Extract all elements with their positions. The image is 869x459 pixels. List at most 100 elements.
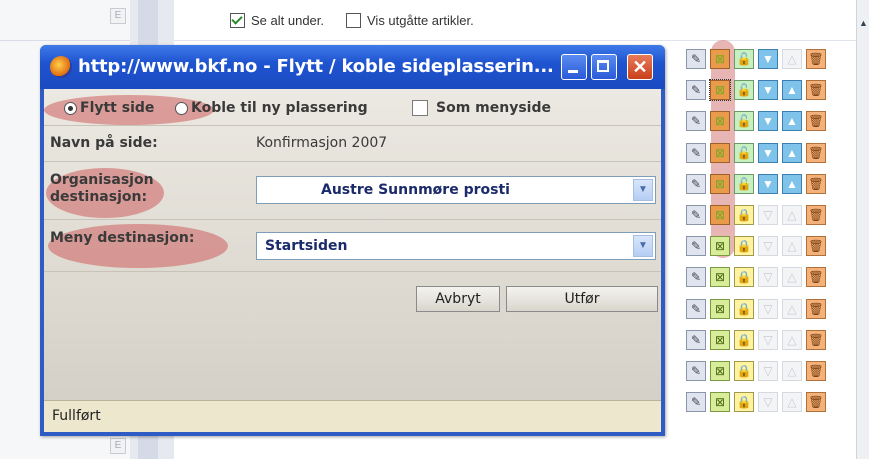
minimize-button[interactable] — [561, 54, 587, 80]
edit-icon[interactable]: ✎ — [686, 298, 706, 319]
move-down-icon[interactable]: ▼ — [758, 142, 778, 163]
lock-icon[interactable]: 🔒 — [734, 267, 754, 288]
unlock-icon[interactable]: 🔓 — [734, 49, 754, 69]
link-new-placement-radio[interactable] — [175, 102, 188, 115]
move-down-icon[interactable]: ▼ — [758, 173, 778, 194]
edit-icon[interactable]: ✎ — [686, 142, 706, 163]
action-row: ✎ ⊠ 🔒 ▽ △ 🗑 — [686, 267, 854, 295]
edit-icon[interactable]: ✎ — [686, 80, 706, 101]
maximize-button[interactable] — [591, 54, 617, 80]
delete-icon[interactable]: 🗑 — [806, 173, 826, 194]
move-icon[interactable]: ⊠ — [709, 79, 731, 102]
move-up-icon: △ — [782, 392, 802, 413]
cancel-button[interactable]: Avbryt — [416, 286, 500, 312]
page-e-icon[interactable]: E — [110, 8, 126, 24]
move-down-icon[interactable]: ▼ — [758, 49, 778, 69]
edit-icon[interactable]: ✎ — [686, 49, 706, 69]
move-icon[interactable]: ⊠ — [710, 111, 730, 132]
menu-destination-row: Meny destinasjon: Startsiden ▼ — [44, 220, 661, 272]
move-up-icon: △ — [782, 205, 802, 225]
lock-icon[interactable]: 🔒 — [734, 205, 754, 225]
show-all-below-checkbox[interactable] — [230, 12, 245, 28]
move-up-icon: △ — [782, 267, 802, 288]
move-down-icon: ▽ — [758, 361, 778, 381]
move-up-icon[interactable]: ▲ — [782, 142, 802, 163]
move-up-icon: △ — [782, 361, 802, 381]
delete-icon[interactable]: 🗑 — [806, 392, 826, 413]
delete-icon[interactable]: 🗑 — [806, 142, 826, 163]
move-icon[interactable]: ⊠ — [710, 142, 730, 163]
delete-icon[interactable]: 🗑 — [806, 329, 826, 350]
execute-button[interactable]: Utfør — [506, 286, 658, 312]
edit-icon[interactable]: ✎ — [686, 267, 706, 288]
edit-icon[interactable]: ✎ — [686, 329, 706, 350]
scroll-up-icon[interactable]: ▲ — [858, 18, 869, 29]
action-row: ✎ ⊠ 🔓 ▼ ▲ 🗑 — [686, 173, 854, 202]
menu-destination-value: Startsiden — [265, 238, 348, 254]
dialog-titlebar[interactable]: http://www.bkf.no - Flytt / koble sidepl… — [40, 45, 665, 89]
dialog-title: http://www.bkf.no - Flytt / koble sidepl… — [78, 56, 554, 77]
move-icon[interactable]: ⊠ — [710, 361, 730, 381]
edit-icon[interactable]: ✎ — [686, 361, 706, 381]
lock-icon[interactable]: 🔒 — [734, 329, 754, 350]
unlock-icon[interactable]: 🔓 — [734, 142, 754, 163]
action-row: ✎ ⊠ 🔓 ▼ △ 🗑 — [686, 49, 854, 77]
delete-icon[interactable]: 🗑 — [806, 267, 826, 288]
page-e-icon[interactable]: E — [110, 438, 126, 454]
move-down-icon: ▽ — [758, 267, 778, 288]
menu-destination-select[interactable]: Startsiden ▼ — [256, 232, 656, 260]
move-up-icon: △ — [782, 49, 802, 69]
move-icon[interactable]: ⊠ — [710, 267, 730, 288]
org-destination-select[interactable]: Austre Sunnmøre prosti ▼ — [256, 176, 656, 204]
action-row: ✎ ⊠ 🔒 ▽ △ 🗑 — [686, 298, 854, 327]
edit-icon[interactable]: ✎ — [686, 111, 706, 132]
move-up-icon[interactable]: ▲ — [782, 111, 802, 132]
move-up-icon[interactable]: ▲ — [782, 173, 802, 194]
show-expired-checkbox[interactable] — [346, 12, 361, 28]
edit-icon[interactable]: ✎ — [686, 173, 706, 194]
delete-icon[interactable]: 🗑 — [806, 111, 826, 132]
delete-icon[interactable]: 🗑 — [806, 49, 826, 69]
delete-icon[interactable]: 🗑 — [806, 361, 826, 381]
action-row: ✎ ⊠ 🔒 ▽ △ 🗑 — [686, 392, 854, 420]
move-icon[interactable]: ⊠ — [710, 205, 730, 225]
delete-icon[interactable]: 🗑 — [806, 236, 826, 257]
move-icon[interactable]: ⊠ — [710, 49, 730, 69]
lock-icon[interactable]: 🔒 — [734, 392, 754, 413]
chevron-down-icon[interactable]: ▼ — [633, 179, 653, 201]
page-scrollbar[interactable]: ▲ — [856, 0, 869, 459]
move-icon[interactable]: ⊠ — [710, 173, 730, 194]
lock-icon[interactable]: 🔒 — [734, 361, 754, 381]
move-icon[interactable]: ⊠ — [710, 298, 730, 319]
edit-icon[interactable]: ✎ — [686, 392, 706, 413]
delete-icon[interactable]: 🗑 — [806, 205, 826, 225]
menu-page-checkbox[interactable] — [412, 100, 428, 116]
unlock-icon[interactable]: 🔓 — [734, 173, 754, 194]
move-link-dialog: http://www.bkf.no - Flytt / koble sidepl… — [40, 45, 665, 436]
org-destination-value: Austre Sunnmøre prosti — [321, 182, 510, 198]
move-up-icon[interactable]: ▲ — [782, 80, 802, 101]
lock-icon[interactable]: 🔒 — [734, 236, 754, 257]
lock-icon[interactable]: 🔒 — [734, 298, 754, 319]
list-options: Se alt under. Vis utgåtte artikler. — [230, 9, 474, 31]
close-button[interactable]: ✕ — [627, 54, 653, 80]
edit-icon[interactable]: ✎ — [686, 205, 706, 225]
move-icon[interactable]: ⊠ — [710, 329, 730, 350]
dialog-body: Flytt side Koble til ny plassering Som m… — [44, 89, 661, 432]
move-icon[interactable]: ⊠ — [710, 392, 730, 413]
move-down-icon[interactable]: ▼ — [758, 111, 778, 132]
move-down-icon[interactable]: ▼ — [758, 80, 778, 101]
action-row: ✎ ⊠ 🔒 ▽ △ 🗑 — [686, 205, 854, 233]
unlock-icon[interactable]: 🔓 — [734, 80, 754, 101]
edit-icon[interactable]: ✎ — [686, 236, 706, 257]
move-icon[interactable]: ⊠ — [710, 236, 730, 257]
mode-row: Flytt side Koble til ny plassering Som m… — [44, 89, 661, 126]
move-page-radio[interactable] — [64, 102, 77, 115]
delete-icon[interactable]: 🗑 — [806, 298, 826, 319]
move-down-icon: ▽ — [758, 205, 778, 225]
chevron-down-icon[interactable]: ▼ — [633, 235, 653, 257]
delete-icon[interactable]: 🗑 — [806, 80, 826, 101]
action-row: ✎ ⊠ 🔒 ▽ △ 🗑 — [686, 329, 854, 358]
row-divider — [0, 40, 130, 41]
unlock-icon[interactable]: 🔓 — [734, 111, 754, 132]
